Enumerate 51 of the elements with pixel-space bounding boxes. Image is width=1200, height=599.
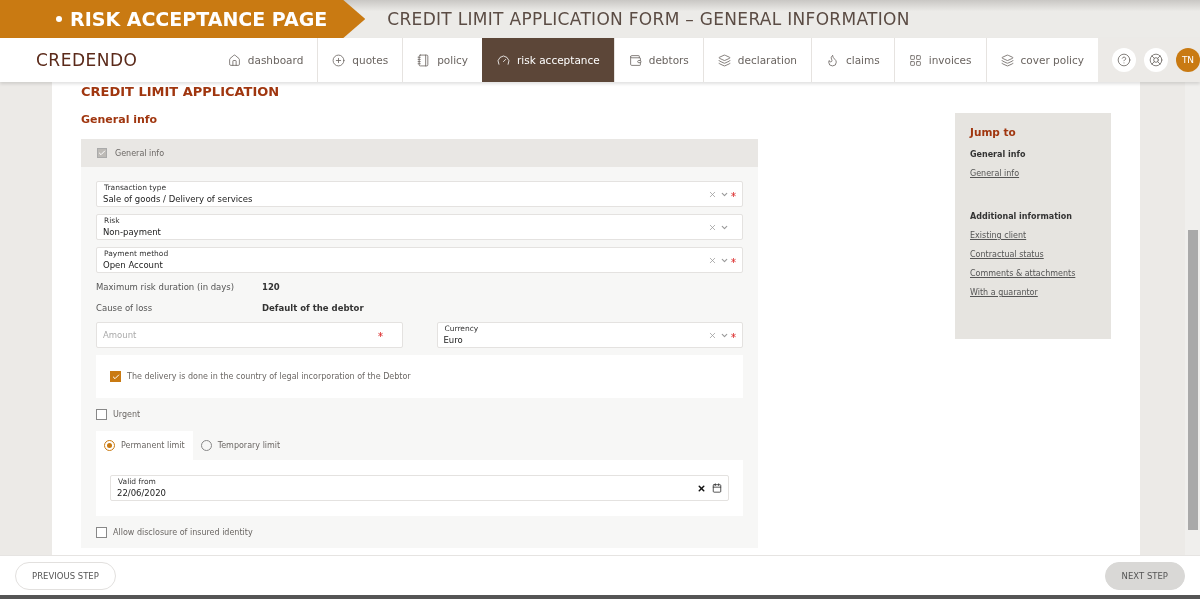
jump-heading: General info (970, 150, 1027, 159)
checkbox-label: Urgent (113, 410, 141, 419)
jump-link[interactable]: Comments & attachments (970, 269, 1096, 278)
limit-tab[interactable]: Permanent limit (96, 431, 193, 460)
jump-heading: Additional information (970, 212, 1073, 221)
wallet-icon (628, 53, 642, 67)
jump-title: Jump to (970, 126, 1017, 138)
previous-step-button[interactable]: PREVIOUS STEP (15, 561, 116, 590)
bullet-icon (56, 16, 62, 22)
user-avatar[interactable]: TN (1176, 48, 1200, 72)
flame-icon (825, 53, 839, 67)
checkbox-label: The delivery is done in the country of legal incorporation of the Debtor (127, 372, 411, 381)
urgent-checkbox[interactable] (96, 409, 107, 420)
info-value: 120 (262, 282, 280, 292)
info-value: Default of the debtor (262, 303, 364, 313)
next-step-button[interactable]: NEXT STEP (1104, 561, 1185, 590)
section-heading: General info (81, 113, 159, 126)
notebook-icon (417, 53, 431, 67)
layers-icon (717, 53, 731, 67)
clear-icon[interactable] (697, 483, 706, 493)
info-label: Maximum risk duration (in days) (96, 282, 236, 292)
group-checkbox[interactable] (97, 148, 107, 158)
gauge-icon (497, 53, 511, 67)
scroll-thumb[interactable] (1188, 230, 1198, 530)
help-button[interactable] (1112, 48, 1136, 72)
form-heading: CREDIT LIMIT APPLICATION (81, 84, 281, 99)
page-title: CREDIT LIMIT APPLICATION FORM – GENERAL INFORMATION (387, 9, 910, 29)
nav-tab[interactable]: dashboard (213, 38, 318, 82)
jump-link[interactable]: General info (970, 169, 1096, 178)
amount-field[interactable]: Amount (96, 322, 403, 348)
jump-link[interactable]: With a guarantor (970, 288, 1096, 297)
section-title: RISK ACCEPTANCE PAGE (70, 8, 328, 30)
help-icon (1117, 53, 1131, 67)
nav-tab[interactable]: risk acceptance (482, 38, 614, 82)
calendar-icon[interactable] (712, 483, 722, 493)
logo[interactable]: CREDENDO (0, 38, 214, 82)
home-icon (227, 53, 241, 67)
checkbox-label: Allow disclosure of insured identity (113, 528, 253, 537)
lifebuoy-icon (1149, 53, 1163, 67)
grid-icon (908, 53, 922, 67)
settings-button[interactable] (1144, 48, 1168, 72)
info-label: Cause of loss (96, 303, 154, 313)
jump-link[interactable]: Contractual status (970, 250, 1096, 259)
layers-icon (1000, 53, 1014, 67)
plus-circle-icon (332, 53, 346, 67)
jump-link[interactable]: Existing client (970, 231, 1096, 240)
limit-tab[interactable]: Temporary limit (192, 431, 289, 460)
delivery-checkbox[interactable] (110, 371, 121, 382)
group-label: General info (115, 148, 165, 158)
scrollbar[interactable] (1185, 82, 1200, 555)
disclosure-checkbox[interactable] (96, 527, 107, 538)
